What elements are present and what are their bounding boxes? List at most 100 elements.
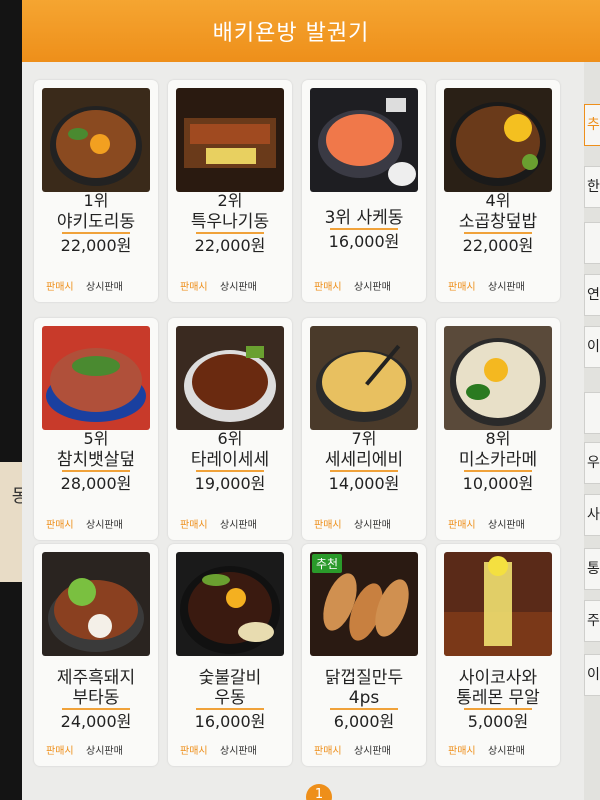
always-available-tag: 상시판매 [86, 746, 123, 757]
menu-item-card[interactable]: 6위타레이세세 19,000원판매시 상시판매 [168, 318, 292, 540]
menu-item-name: 사이코사와 [458, 668, 538, 688]
menu-item-photo [176, 326, 284, 430]
page-title: 배키욘방 발권기 [212, 21, 370, 46]
menu-item-card[interactable]: 5위 참치뱃살덮 28,000원 판매시 상시판매 [34, 318, 158, 540]
always-available-tag: 상시판매 [220, 282, 257, 293]
menu-item-name: 숯불갈비 [198, 668, 262, 688]
sale-tag: 판매시 [46, 520, 74, 531]
menu-item-name: 닭껍질만두 [324, 668, 404, 688]
sidebar-category-tab[interactable]: 사 [584, 494, 600, 536]
name-underline [62, 470, 130, 472]
menu-item-photo [176, 88, 284, 192]
sidebar-category-tab[interactable]: 추 [584, 104, 600, 146]
menu-item-name: 야키도리동 [56, 212, 136, 232]
menu-item-photo [310, 88, 418, 192]
menu-item-rank: 8위 [485, 429, 511, 448]
menu-item-name: 소곱창덮밥 [458, 212, 538, 232]
name-underline [464, 470, 532, 472]
menu-item-price: 16,000원 [328, 232, 400, 251]
menu-item-price: 10,000원 [462, 474, 534, 493]
menu-item-price: 6,000원 [333, 712, 395, 731]
sale-tag: 판매시 [46, 746, 74, 757]
menu-item-price: 22,000원 [462, 236, 534, 255]
name-underline [330, 470, 398, 472]
sale-tag: 판매시 [180, 282, 208, 293]
always-available-tag: 상시판매 [488, 282, 525, 293]
menu-item-name: 참치뱃살덮 [56, 450, 136, 470]
always-available-tag: 상시판매 [86, 282, 123, 293]
sidebar-category-tab[interactable]: 연 [584, 274, 600, 316]
sale-tag: 판매시 [314, 520, 342, 531]
sale-tag: 판매시 [448, 282, 476, 293]
menu-item-card[interactable]: 2위 특우나기동 22,000원 판매시 상시판매 [168, 80, 292, 302]
sale-tag: 판매시 [180, 746, 208, 757]
name-underline [464, 232, 532, 234]
menu-item-rank: 2위 [217, 191, 243, 210]
menu-item-photo: 추천 [310, 552, 418, 656]
menu-item-card[interactable]: 제주흑돼지 부타동 24,000원 판매시 상시판매 [34, 544, 158, 766]
always-available-tag: 상시판매 [86, 520, 123, 531]
sale-tag: 판매시 [180, 520, 208, 531]
page-number: 1 [314, 787, 324, 800]
always-available-tag: 상시판매 [220, 520, 257, 531]
menu-item-price: 5,000원 [467, 712, 529, 731]
menu-item-price: 22,000원 [60, 236, 132, 255]
sidebar-category-tab[interactable]: 주 [584, 600, 600, 642]
menu-item-photo [176, 552, 284, 656]
sidebar-category-tab[interactable] [584, 222, 600, 264]
menu-item-card[interactable]: 8위미소카라메 10,000원판매시 상시판매 [436, 318, 560, 540]
category-sidebar: 추한연이우사통주이 [584, 62, 600, 800]
sale-tag: 판매시 [448, 520, 476, 531]
sidebar-category-tab[interactable]: 이 [584, 654, 600, 696]
menu-item-card[interactable]: 추천닭껍질만두 4ps 6,000원판매시 상시판매 [302, 544, 426, 766]
menu-item-card[interactable]: 1위야키도리동 22,000원판매시 상시판매 [34, 80, 158, 302]
menu-item-rank: 5위 [83, 429, 109, 448]
menu-item-rank: 6위 [217, 429, 243, 448]
menu-item-name: 미소카라메 [458, 450, 538, 470]
header-bar: 배키욘방 발권기 [22, 0, 600, 62]
sale-tag: 판매시 [314, 746, 342, 757]
menu-item-price: 19,000원 [194, 474, 266, 493]
always-available-tag: 상시판매 [354, 282, 391, 293]
sidebar-category-tab[interactable]: 통 [584, 548, 600, 590]
always-available-tag: 상시판매 [488, 746, 525, 757]
menu-item-photo [444, 326, 552, 430]
name-underline [330, 228, 398, 230]
page-indicator[interactable]: 1 [306, 784, 332, 800]
menu-item-card[interactable]: 3위 사케동 16,000원판매시 상시판매 [302, 80, 426, 302]
menu-item-name-line2: 4ps [348, 688, 380, 708]
menu-item-price: 14,000원 [328, 474, 400, 493]
sale-tag: 판매시 [314, 282, 342, 293]
menu-item-photo [42, 552, 150, 656]
sidebar-category-tab[interactable] [584, 392, 600, 434]
sidebar-category-tab[interactable]: 한 [584, 166, 600, 208]
menu-item-name: 제주흑돼지 [56, 668, 136, 688]
sale-tag: 판매시 [46, 282, 74, 293]
sale-tag: 판매시 [448, 746, 476, 757]
menu-item-card[interactable]: 숯불갈비 우동 16,000원 판매시 상시판매 [168, 544, 292, 766]
menu-item-photo [444, 552, 552, 656]
menu-item-card[interactable]: 사이코사와 통레몬 무알 5,000원 판매시 상시판매 [436, 544, 560, 766]
always-available-tag: 상시판매 [354, 520, 391, 531]
recommend-badge: 추천 [312, 554, 343, 573]
always-available-tag: 상시판매 [354, 746, 391, 757]
name-underline [196, 708, 264, 710]
menu-item-name: 타레이세세 [190, 450, 270, 470]
name-underline [62, 708, 130, 710]
menu-item-name: 3위 사케동 [324, 208, 404, 228]
name-underline [196, 232, 264, 234]
menu-item-card[interactable]: 7위 세세리에비 14,000원 판매시 상시판매 [302, 318, 426, 540]
always-available-tag: 상시판매 [488, 520, 525, 531]
name-underline [330, 708, 398, 710]
menu-item-photo [42, 88, 150, 192]
menu-item-rank: 1위 [83, 191, 109, 210]
name-underline [196, 470, 264, 472]
name-underline [464, 708, 532, 710]
sidebar-category-tab[interactable]: 이 [584, 326, 600, 368]
menu-item-card[interactable]: 4위 소곱창덮밥 22,000원 판매시 상시판매 [436, 80, 560, 302]
name-underline [62, 232, 130, 234]
menu-item-name-line2: 우동 [214, 688, 246, 708]
sidebar-category-tab[interactable]: 우 [584, 442, 600, 484]
menu-item-name-line2: 부타동 [72, 688, 120, 708]
menu-item-rank: 7위 [351, 429, 377, 448]
